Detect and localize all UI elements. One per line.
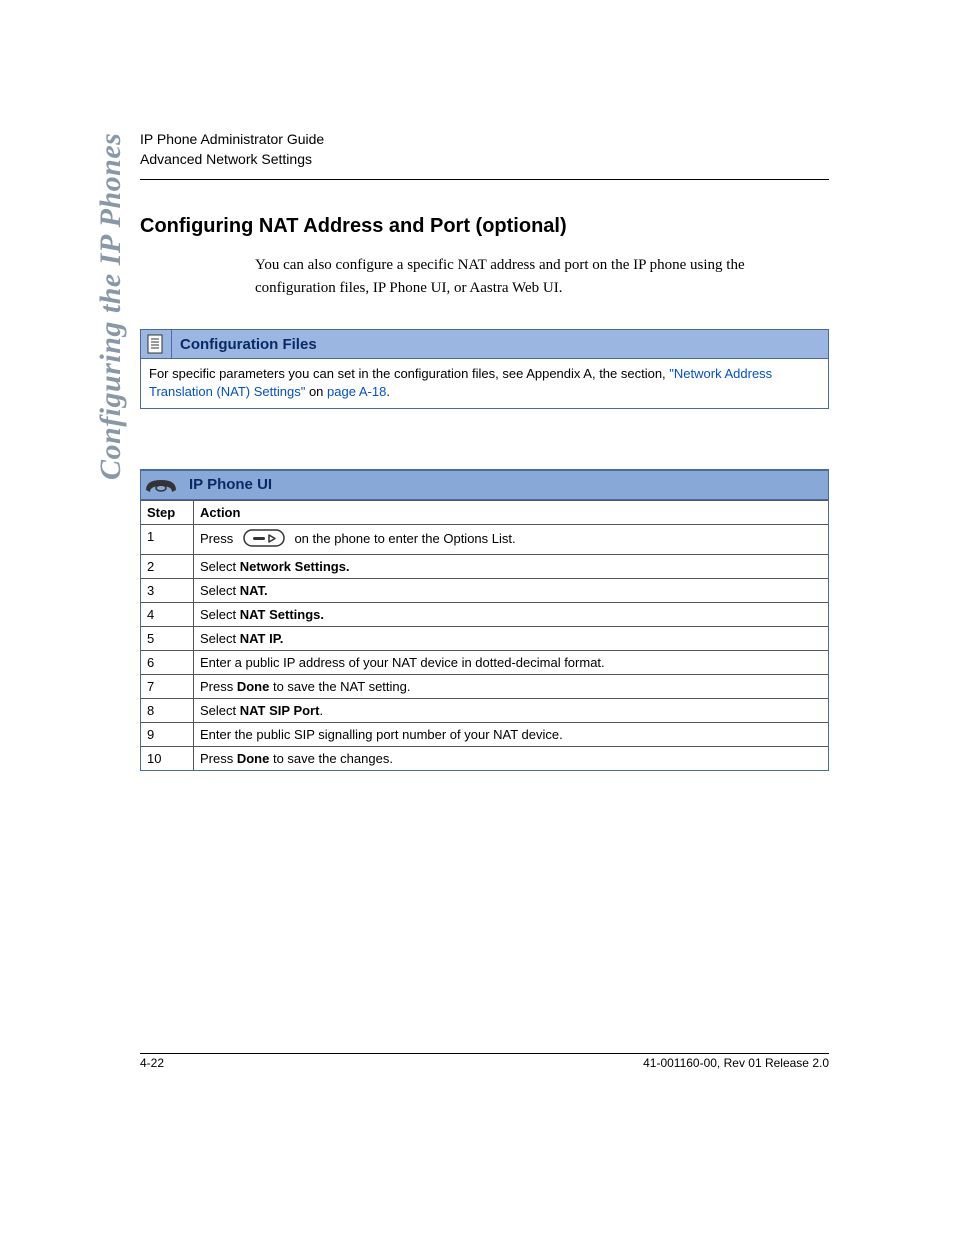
callout-body: For specific parameters you can set in t… bbox=[141, 359, 828, 407]
step-number: 10 bbox=[141, 746, 194, 770]
table-row: 7Press Done to save the NAT setting. bbox=[141, 674, 828, 698]
action-text: Select bbox=[200, 607, 240, 622]
doc-id: 41-001160-00, Rev 01 Release 2.0 bbox=[643, 1056, 829, 1070]
callout-title: Configuration Files bbox=[172, 336, 317, 353]
file-icon bbox=[141, 330, 172, 358]
step-number: 3 bbox=[141, 578, 194, 602]
table-row: 3Select NAT. bbox=[141, 578, 828, 602]
step-action: Select Network Settings. bbox=[194, 554, 829, 578]
step-number: 4 bbox=[141, 602, 194, 626]
action-bold: NAT SIP Port bbox=[240, 703, 320, 718]
action-text: to save the NAT setting. bbox=[269, 679, 410, 694]
step-action: Enter the public SIP signalling port num… bbox=[194, 722, 829, 746]
step-number: 1 bbox=[141, 524, 194, 554]
table-row: 6 Enter a public IP address of your NAT d… bbox=[141, 650, 828, 674]
phone-ui-title: IP Phone UI bbox=[181, 476, 272, 493]
step-action: Enter a public IP address of your NAT de… bbox=[194, 650, 829, 674]
action-text: Select bbox=[200, 631, 240, 646]
step-action: Select NAT. bbox=[194, 578, 829, 602]
step-number: 7 bbox=[141, 674, 194, 698]
action-text: Select bbox=[200, 703, 240, 718]
step-number: 6 bbox=[141, 650, 194, 674]
action-text: Enter the public SIP signalling port num… bbox=[200, 727, 563, 742]
config-files-callout: Configuration Files For specific paramet… bbox=[140, 329, 829, 408]
action-text: . bbox=[319, 703, 323, 718]
step-action: Press Done to save the changes. bbox=[194, 746, 829, 770]
action-text: Select bbox=[200, 559, 240, 574]
page-footer: 4-22 41-001160-00, Rev 01 Release 2.0 bbox=[140, 1053, 829, 1070]
action-text: on the phone to enter the Options List. bbox=[291, 531, 516, 546]
page-number: 4-22 bbox=[140, 1056, 164, 1070]
action-text: Press bbox=[200, 751, 237, 766]
intro-paragraph: You can also configure a specific NAT ad… bbox=[255, 254, 829, 299]
step-action: Select NAT IP. bbox=[194, 626, 829, 650]
callout-text-suffix: . bbox=[386, 384, 390, 399]
table-row: 4Select NAT Settings. bbox=[141, 602, 828, 626]
page-ref-link[interactable]: page A-18 bbox=[327, 384, 386, 399]
options-key-icon bbox=[243, 529, 285, 550]
step-number: 5 bbox=[141, 626, 194, 650]
action-bold: NAT Settings. bbox=[240, 607, 324, 622]
action-text: to save the changes. bbox=[269, 751, 393, 766]
steps-table: Step Action 1Press on the phone to enter… bbox=[141, 500, 828, 770]
section-heading: Configuring NAT Address and Port (option… bbox=[140, 215, 829, 238]
callout-header: Configuration Files bbox=[141, 330, 828, 359]
header-line-1: IP Phone Administrator Guide bbox=[140, 130, 829, 150]
ip-phone-ui-box: IP Phone UI Step Action 1Press on the ph… bbox=[140, 469, 829, 771]
action-text: Select bbox=[200, 583, 240, 598]
step-action: Select NAT SIP Port. bbox=[194, 698, 829, 722]
action-bold: Done bbox=[237, 679, 270, 694]
step-number: 8 bbox=[141, 698, 194, 722]
col-header-step: Step bbox=[141, 500, 194, 524]
footer-rule bbox=[140, 1053, 829, 1054]
action-bold: Done bbox=[237, 751, 270, 766]
phone-ui-header: IP Phone UI bbox=[141, 471, 828, 500]
header-rule bbox=[140, 179, 829, 180]
action-text: Press bbox=[200, 531, 237, 546]
action-text: Enter a public IP address of your NAT de… bbox=[200, 655, 605, 670]
action-bold: NAT IP. bbox=[240, 631, 284, 646]
action-bold: NAT. bbox=[240, 583, 268, 598]
header-line-2: Advanced Network Settings bbox=[140, 150, 829, 170]
callout-text-prefix: For specific parameters you can set in t… bbox=[149, 366, 669, 381]
table-row: 9 Enter the public SIP signalling port nu… bbox=[141, 722, 828, 746]
running-header: IP Phone Administrator Guide Advanced Ne… bbox=[140, 130, 829, 169]
page: Configuring the IP Phones IP Phone Admin… bbox=[0, 0, 954, 1235]
table-row: 8Select NAT SIP Port. bbox=[141, 698, 828, 722]
action-bold: Network Settings. bbox=[240, 559, 350, 574]
side-tab-label: Configuring the IP Phones bbox=[94, 133, 128, 480]
step-action: Press Done to save the NAT setting. bbox=[194, 674, 829, 698]
table-row: 2Select Network Settings. bbox=[141, 554, 828, 578]
callout-text-mid: on bbox=[305, 384, 327, 399]
table-row: 1Press on the phone to enter the Options… bbox=[141, 524, 828, 554]
step-action: Select NAT Settings. bbox=[194, 602, 829, 626]
step-number: 9 bbox=[141, 722, 194, 746]
col-header-action: Action bbox=[194, 500, 829, 524]
table-row: 10Press Done to save the changes. bbox=[141, 746, 828, 770]
action-text: Press bbox=[200, 679, 237, 694]
phone-icon bbox=[141, 471, 181, 499]
step-action: Press on the phone to enter the Options … bbox=[194, 524, 829, 554]
table-row: 5Select NAT IP. bbox=[141, 626, 828, 650]
step-number: 2 bbox=[141, 554, 194, 578]
